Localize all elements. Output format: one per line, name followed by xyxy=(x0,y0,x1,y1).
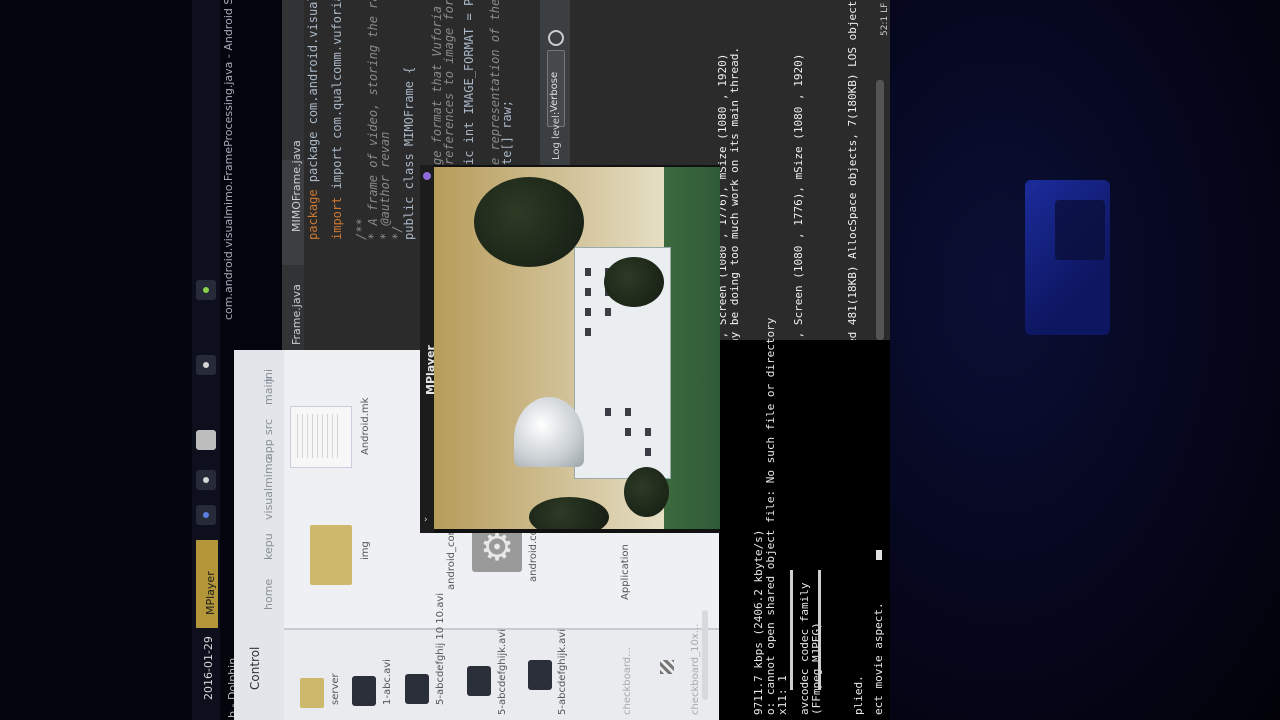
tray-browser-icon[interactable] xyxy=(196,505,216,525)
video-tree xyxy=(474,177,584,267)
code-line: import import com.qualcomm.vuforia.PIXEL… xyxy=(330,0,344,240)
place-item[interactable]: 5-abcdefghijk.avi xyxy=(497,629,508,715)
file-name[interactable]: Android.mk xyxy=(360,398,371,455)
folder-icon-server[interactable] xyxy=(300,678,324,708)
breadcrumb-item[interactable]: visualmimo xyxy=(262,457,275,520)
code-line: package package com.android.visualmimo.p… xyxy=(306,0,320,240)
code-line: * @author revan xyxy=(378,131,392,240)
taskbar-item-mplayer-label: MPlayer xyxy=(204,571,217,615)
background-object-shade xyxy=(1055,200,1105,260)
terminal-line: plied. xyxy=(852,675,865,715)
progress-bar xyxy=(790,570,793,690)
cursor-position: 52:1 LF xyxy=(880,2,890,36)
search-icon[interactable] xyxy=(548,30,564,46)
place-item[interactable]: 1-abc.avi xyxy=(382,659,393,705)
file-preview-lines xyxy=(297,414,341,458)
video-file-icon[interactable] xyxy=(467,666,491,696)
mplayer-app-icon xyxy=(423,172,431,180)
video-file-icon[interactable] xyxy=(352,676,376,706)
code-line: ic int IMAGE_FORMAT = PIXEL_FOR xyxy=(462,0,476,165)
log-line: ed 481(18KB) AllocSpace objects, 7(180KB… xyxy=(846,0,859,345)
tray-window-icon[interactable] xyxy=(196,430,216,450)
logcat-scrollbar[interactable] xyxy=(876,80,884,340)
taskbar-clock: 2016-01-29 xyxy=(202,636,215,700)
place-item[interactable]: 5-abcdefghijk.avi xyxy=(557,629,568,715)
room-background xyxy=(880,0,1280,720)
video-frame xyxy=(434,167,720,529)
log-line: ay be doing too much work on its main th… xyxy=(728,46,741,345)
tray-status-icon[interactable] xyxy=(196,280,216,300)
log-level-label: Log level: xyxy=(551,111,562,160)
breadcrumb-item[interactable]: kepu xyxy=(262,533,275,560)
place-item[interactable]: 5-abcdefghij 10 10.avi xyxy=(435,593,446,705)
breadcrumb-item[interactable]: home xyxy=(262,579,275,610)
file-name[interactable]: img xyxy=(360,541,371,560)
terminal-line: x11: 1 xyxy=(776,675,789,715)
tab-frame[interactable]: Frame.java xyxy=(290,284,303,345)
place-item[interactable]: checkboard... xyxy=(622,647,633,715)
close-icon[interactable]: › xyxy=(424,515,428,525)
video-tree xyxy=(529,497,609,529)
terminal-line: ect movie aspect. xyxy=(872,602,885,715)
tab-mimoframe[interactable]: MIMOFrame.java xyxy=(290,140,303,232)
place-item[interactable]: checkboard_10x... xyxy=(690,624,701,715)
tray-app-icon[interactable] xyxy=(196,355,216,375)
video-file-icon[interactable] xyxy=(405,674,429,704)
breadcrumb-item[interactable]: jni xyxy=(262,369,275,382)
log-line: ), Screen (1080 , 1776), mSize (1080 , 1… xyxy=(792,53,805,345)
place-item[interactable]: server xyxy=(330,673,341,705)
video-tree xyxy=(604,257,664,307)
video-file-icon[interactable] xyxy=(528,660,552,690)
code-line: references to image formats a xyxy=(442,0,456,165)
studio-title: com.android.visualmimo.FrameProcessing.j… xyxy=(222,0,235,320)
code-line: te[] raw; xyxy=(500,99,514,165)
terminal-line: (FFmpeg MJPEG) xyxy=(810,622,823,715)
checkerboard-icon[interactable] xyxy=(660,660,674,674)
terminal-window xyxy=(700,340,890,720)
progress-bar xyxy=(818,570,821,690)
terminal-cursor xyxy=(876,550,882,560)
video-tree xyxy=(624,467,669,517)
breadcrumb-item[interactable]: src xyxy=(262,419,275,435)
file-name[interactable]: Application xyxy=(620,544,631,600)
dolphin-scrollbar[interactable] xyxy=(702,610,708,700)
video-lawn xyxy=(664,167,720,529)
control-menu[interactable]: Control xyxy=(248,647,262,690)
tray-network-icon[interactable] xyxy=(196,470,216,490)
code-line: public class MIMOFrame { xyxy=(402,66,416,240)
log-level-value: Verbose xyxy=(549,71,560,112)
terminal-line: o: cannot open shared object file: No su… xyxy=(764,317,777,715)
folder-icon-img[interactable] xyxy=(310,525,352,585)
breadcrumb-item[interactable]: app xyxy=(262,439,275,460)
